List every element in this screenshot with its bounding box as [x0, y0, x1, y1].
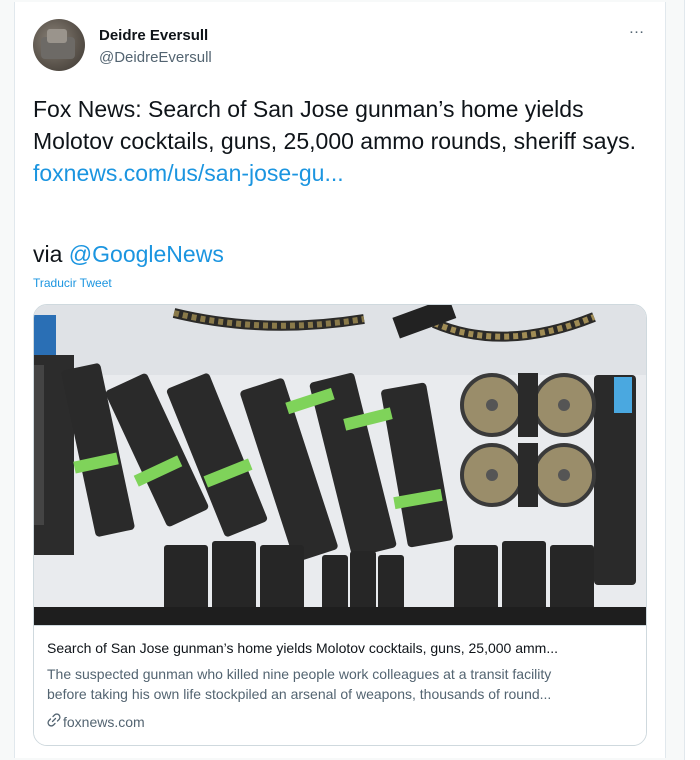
translate-tweet-link[interactable]: Traducir Tweet	[33, 276, 112, 290]
tweet-text: Fox News: Search of San Jose gunman’s ho…	[33, 96, 636, 154]
user-handle[interactable]: @DeidreEversull	[99, 49, 212, 66]
via-prefix: via	[33, 241, 69, 267]
card-description: The suspected gunman who killed nine peo…	[47, 664, 637, 704]
tweet-text-block: Fox News: Search of San Jose gunman’s ho…	[33, 93, 648, 189]
more-icon[interactable]: …	[623, 21, 651, 44]
link-card[interactable]: Search of San Jose gunman’s home yields …	[33, 304, 647, 746]
card-title[interactable]: Search of San Jose gunman’s home yields …	[47, 640, 637, 656]
right-panel-edge	[684, 0, 700, 760]
tweet[interactable]: Deidre Eversull @DeidreEversull … Fox Ne…	[14, 2, 666, 758]
card-domain[interactable]: foxnews.com	[47, 713, 145, 730]
card-description-line: before taking his own life stockpiled an…	[47, 686, 552, 702]
tweet-link[interactable]: foxnews.com/us/san-jose-gu...	[33, 160, 344, 186]
card-domain-text: foxnews.com	[63, 714, 145, 730]
avatar[interactable]	[33, 19, 85, 71]
card-meta: Search of San Jose gunman’s home yields …	[34, 625, 646, 745]
card-description-line: The suspected gunman who killed nine peo…	[47, 666, 552, 682]
user-name[interactable]: Deidre Eversull	[99, 27, 208, 44]
link-icon	[47, 713, 63, 727]
via-mention[interactable]: @GoogleNews	[69, 241, 224, 267]
via-line: via @GoogleNews	[33, 241, 224, 268]
card-image	[34, 305, 646, 625]
